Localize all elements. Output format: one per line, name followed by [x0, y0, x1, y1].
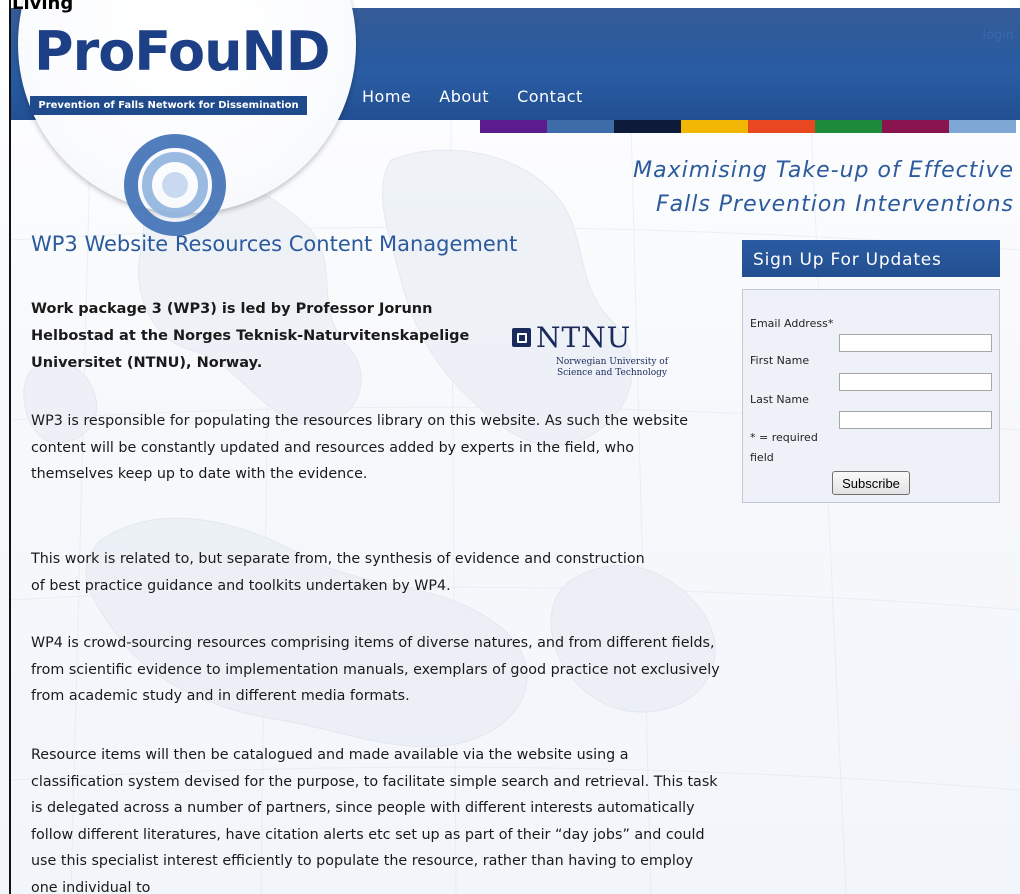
color-strip-segment [681, 120, 748, 133]
nav-contact[interactable]: Contact [517, 87, 583, 106]
tagline: Maximising Take-up of Effective Falls Pr… [633, 154, 1014, 222]
first-name-field[interactable] [839, 373, 992, 391]
paragraph-related-work: This work is related to, but separate fr… [31, 551, 645, 594]
left-border [9, 0, 11, 894]
page-title: WP3 Website Resources Content Management [31, 232, 518, 256]
tagline-line-2: Falls Prevention Interventions [655, 192, 1014, 217]
email-field[interactable] [839, 334, 992, 352]
color-strip [480, 120, 1016, 133]
nav-home[interactable]: Home [362, 87, 411, 106]
paragraph-catalogue: Resource items will then be catalogued a… [31, 747, 718, 894]
color-strip-segment [949, 120, 1016, 133]
color-strip-segment [614, 120, 681, 133]
ntnu-mark-icon [512, 328, 531, 347]
ntnu-wordmark: NTNU [536, 321, 632, 354]
required-note-line-1: * = required [750, 431, 818, 444]
tagline-line-1: Maximising Take-up of Effective [633, 158, 1014, 183]
color-strip-segment [547, 120, 614, 133]
page: login ProFouND Prevention of Falls Netwo… [0, 0, 1020, 894]
color-strip-segment [748, 120, 815, 133]
signup-form: Email Address* First Name Last Name * = … [742, 289, 1000, 503]
ntnu-subtitle-line-2: Science and Technology [556, 368, 668, 378]
nav-about[interactable]: About [439, 87, 489, 106]
logo-subtitle: Prevention of Falls Network for Dissemin… [30, 96, 307, 115]
ntnu-subtitle-line-1: Norwegian University of [555, 357, 669, 367]
signup-header: Sign Up For Updates [742, 240, 1000, 277]
login-link[interactable]: login [982, 28, 1014, 43]
top-label: Living [12, 0, 74, 14]
last-name-label: Last Name [750, 393, 809, 406]
main-nav: Home About Contact [362, 87, 611, 106]
color-strip-segment [882, 120, 949, 133]
required-note-line-2: field [750, 451, 774, 464]
color-strip-segment [480, 120, 547, 133]
first-name-label: First Name [750, 354, 810, 367]
logo-swirl-icon [124, 134, 226, 236]
paragraph-crowd-sourcing: WP4 is crowd-sourcing resources comprisi… [31, 635, 720, 704]
ntnu-logo: NTNU Norwegian University of Science and… [512, 321, 682, 386]
ntnu-subtitle: Norwegian University of Science and Tech… [542, 357, 682, 379]
email-label: Email Address* [750, 317, 834, 330]
logo-wordmark[interactable]: ProFouND [34, 20, 331, 84]
intro-text: Work package 3 (WP3) is led by Professor… [31, 301, 470, 371]
subscribe-button[interactable]: Subscribe [832, 471, 910, 495]
color-strip-segment [815, 120, 882, 133]
paragraph-resources: WP3 is responsible for populating the re… [31, 413, 689, 482]
last-name-field[interactable] [839, 411, 992, 429]
